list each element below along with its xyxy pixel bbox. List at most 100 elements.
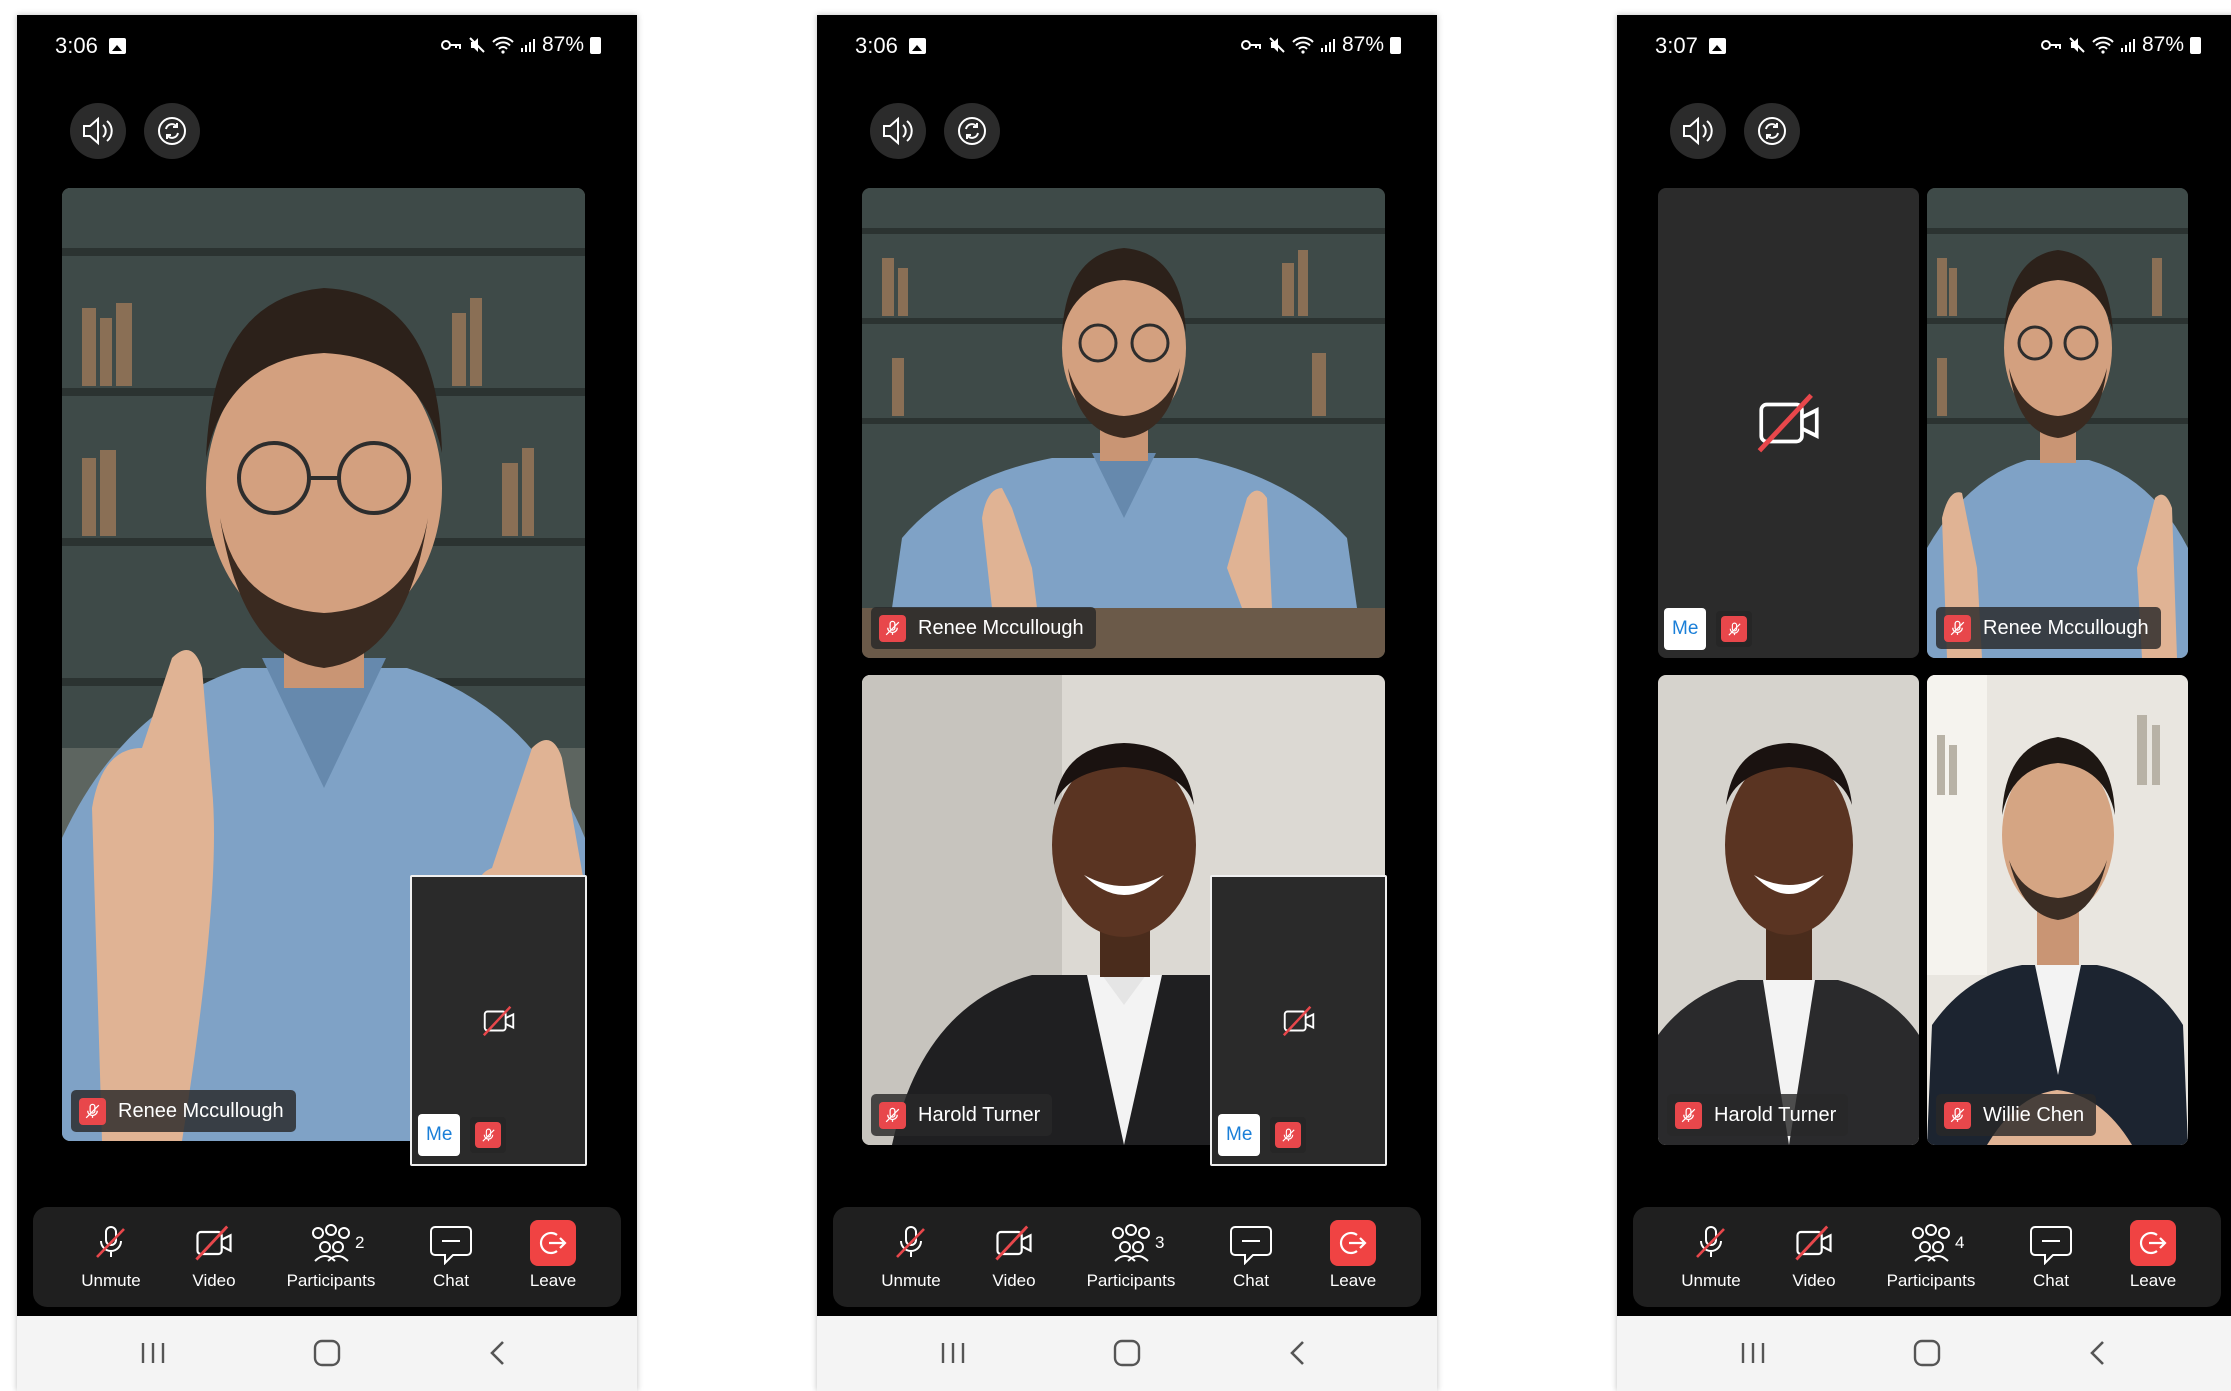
video-off-icon — [992, 1221, 1036, 1265]
speaker-icon — [1683, 116, 1713, 146]
leave-label: Leave — [529, 1271, 577, 1290]
leave-button[interactable]: Leave — [498, 1217, 608, 1291]
video-tile-renee[interactable]: Renee Mccullough — [862, 188, 1385, 658]
switch-camera-button[interactable] — [144, 103, 200, 159]
unmute-button[interactable]: Unmute — [856, 1217, 966, 1291]
leave-button[interactable]: Leave — [1298, 1217, 1408, 1291]
speaker-button[interactable] — [870, 103, 926, 159]
leave-button[interactable]: Leave — [2098, 1217, 2208, 1291]
video-button[interactable]: Video — [959, 1217, 1069, 1291]
recents-button[interactable] — [133, 1336, 173, 1370]
video-tile-renee[interactable]: Renee Mccullough — [1927, 188, 2188, 658]
participant-name: Willie Chen — [1983, 1103, 2085, 1126]
leave-icon — [2139, 1231, 2167, 1255]
leave-icon — [1339, 1231, 1367, 1255]
self-mic-status — [1716, 611, 1753, 647]
participants-label: Participants — [286, 1271, 376, 1290]
battery-percent: 87% — [1341, 33, 1384, 56]
participants-button[interactable]: 2 Participants — [276, 1217, 386, 1291]
call-toolbar: Unmute Video 2 Participants Chat Leave — [33, 1207, 621, 1307]
back-icon — [1290, 1341, 1304, 1365]
participant-name: Harold Turner — [918, 1103, 1041, 1126]
video-feed-harold — [1658, 675, 1919, 1145]
back-button[interactable] — [2077, 1336, 2117, 1370]
recents-button[interactable] — [933, 1336, 973, 1370]
mic-off-badge — [879, 614, 906, 642]
mute-icon — [1269, 37, 1285, 53]
switch-camera-button[interactable] — [1744, 103, 1800, 159]
status-time: 3:06 — [55, 33, 98, 58]
video-off-icon — [192, 1221, 236, 1265]
chat-label: Chat — [1233, 1271, 1269, 1290]
chat-button[interactable]: Chat — [1996, 1217, 2106, 1291]
status-icons: 87% — [2040, 33, 2201, 57]
status-time: 3:06 — [855, 33, 898, 58]
status-bar: 3:06 87% — [817, 15, 1437, 75]
participant-name-tag: Renee Mccullough — [71, 1090, 296, 1132]
system-nav-bar — [17, 1316, 637, 1391]
status-icons: 87% — [440, 33, 601, 57]
gallery-notification-icon — [109, 38, 126, 54]
mic-off-icon — [1726, 621, 1743, 638]
video-feed-willie — [1927, 675, 2188, 1145]
chat-label: Chat — [2033, 1271, 2069, 1290]
video-feed-renee — [1927, 188, 2188, 658]
wifi-icon — [2092, 36, 2114, 54]
participants-icon — [1912, 1224, 1950, 1262]
me-label: Me — [1218, 1114, 1261, 1156]
self-view-tile[interactable]: Me — [1658, 188, 1919, 658]
status-bar: 3:06 87% — [17, 15, 637, 75]
mic-off-badge — [1721, 616, 1748, 642]
phone-screen-2: 3:06 87% Renee Mccullough Harold Turner … — [817, 15, 1437, 1391]
home-icon — [313, 1339, 341, 1367]
status-time: 3:07 — [1655, 33, 1698, 58]
chat-button[interactable]: Chat — [1196, 1217, 1306, 1291]
video-button[interactable]: Video — [159, 1217, 269, 1291]
speaker-button[interactable] — [1670, 103, 1726, 159]
recents-button[interactable] — [1733, 1336, 1773, 1370]
chat-label: Chat — [433, 1271, 469, 1290]
participants-button[interactable]: 4 Participants — [1876, 1217, 1986, 1291]
unmute-button[interactable]: Unmute — [1656, 1217, 1766, 1291]
back-button[interactable] — [477, 1336, 517, 1370]
leave-label: Leave — [1329, 1271, 1377, 1290]
video-tile-harold[interactable]: Harold Turner — [1658, 675, 1919, 1145]
leave-icon-box — [1330, 1220, 1376, 1266]
participants-button[interactable]: 3 Participants — [1076, 1217, 1186, 1291]
system-nav-bar — [1617, 1316, 2231, 1391]
speaker-button[interactable] — [70, 103, 126, 159]
switch-camera-icon — [158, 117, 186, 145]
speaker-icon — [883, 116, 913, 146]
participants-icon — [312, 1224, 350, 1262]
back-icon — [490, 1341, 504, 1365]
home-button[interactable] — [307, 1336, 347, 1370]
self-view-tile[interactable]: Me — [410, 875, 587, 1166]
switch-camera-button[interactable] — [944, 103, 1000, 159]
unmute-label: Unmute — [1681, 1271, 1741, 1290]
back-button[interactable] — [1277, 1336, 1317, 1370]
video-label: Video — [192, 1271, 236, 1290]
unmute-button[interactable]: Unmute — [56, 1217, 166, 1291]
participant-name: Renee Mccullough — [1983, 616, 2149, 639]
mic-off-icon — [1948, 1106, 1967, 1125]
participant-name: Harold Turner — [1714, 1103, 1837, 1126]
home-button[interactable] — [1907, 1336, 1947, 1370]
video-tile-willie[interactable]: Willie Chen — [1927, 675, 2188, 1145]
participant-count: 3 — [1155, 1233, 1165, 1252]
self-view-tile[interactable]: Me — [1210, 875, 1387, 1166]
home-button[interactable] — [1107, 1336, 1147, 1370]
video-label: Video — [1792, 1271, 1836, 1290]
participant-name-tag: Renee Mccullough — [1936, 607, 2161, 649]
mic-off-icon — [891, 1223, 931, 1263]
system-nav-bar — [817, 1316, 1437, 1391]
self-view-tags: Me — [1664, 608, 1753, 650]
recents-icon — [141, 1343, 165, 1363]
battery-icon — [1390, 36, 1401, 54]
leave-icon — [539, 1231, 567, 1255]
chat-button[interactable]: Chat — [396, 1217, 506, 1291]
leave-icon-box — [530, 1220, 576, 1266]
video-button[interactable]: Video — [1759, 1217, 1869, 1291]
mute-icon — [469, 37, 485, 53]
signal-icon — [1320, 39, 1335, 52]
wifi-icon — [1292, 36, 1314, 54]
